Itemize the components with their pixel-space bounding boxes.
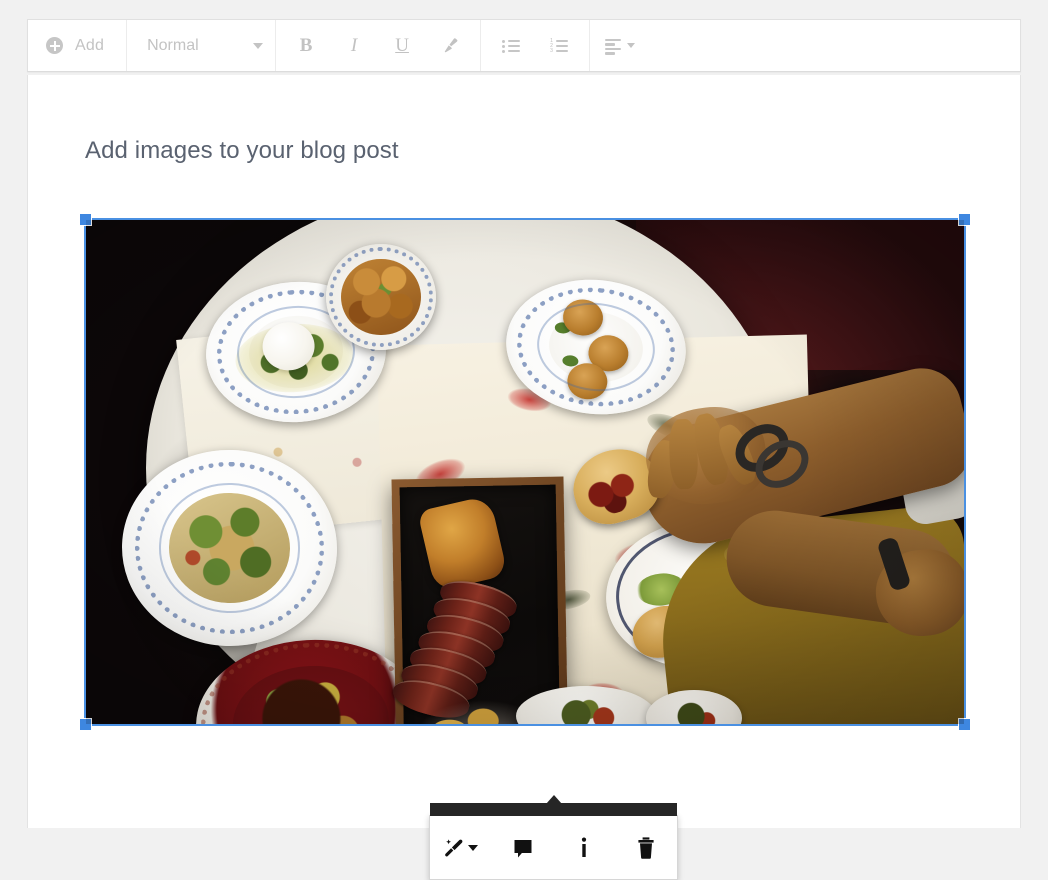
plus-circle-icon [46,37,63,54]
info-icon [574,836,594,860]
paragraph-style-value: Normal [147,36,199,54]
popup-pointer [545,795,562,804]
add-button-label: Add [75,36,105,54]
align-button[interactable] [596,28,644,64]
numbered-list-icon: 1 2 3 [550,38,569,54]
editor-toolbar: Add Normal B I U 1 2 3 [27,19,1021,72]
popup-top-bar [430,803,677,816]
info-button[interactable] [560,825,608,871]
wooden-meat-tray [388,476,569,724]
italic-button[interactable]: I [330,28,378,64]
underline-icon: U [395,35,409,56]
magic-wand-icon [443,837,465,859]
resize-handle-top-left[interactable] [79,213,92,226]
toolbar-group-lists: 1 2 3 [481,20,591,71]
comment-bubble-icon [511,836,535,860]
text-color-button[interactable] [426,28,474,64]
blog-photo[interactable] [86,220,964,724]
trash-icon [635,836,657,860]
chevron-down-icon [627,43,636,48]
image-popup-toolbar [429,795,678,880]
image-selection-frame[interactable] [79,213,971,731]
bulleted-list-button[interactable] [487,28,535,64]
chevron-down-icon [468,844,479,851]
resize-handle-top-right[interactable] [958,213,971,226]
add-button[interactable]: Add [34,28,120,64]
comment-button[interactable] [499,825,547,871]
align-left-icon [605,38,623,55]
toolbar-group-align [590,20,650,71]
paint-brush-icon [440,36,460,56]
chevron-down-icon [253,42,264,49]
bold-icon: B [299,35,313,56]
underline-button[interactable]: U [378,28,426,64]
magic-wand-button[interactable] [437,825,485,871]
slaw-bowl [326,244,436,350]
delete-button[interactable] [622,825,670,871]
page-title[interactable]: Add images to your blog post [85,137,399,165]
resize-handle-bottom-left[interactable] [79,718,92,731]
document-page[interactable]: Add images to your blog post [27,75,1021,880]
grilled-pork-belly [417,495,508,593]
toolbar-group-insert: Add [28,20,128,71]
numbered-list-marker-3: 3 [550,47,553,54]
bold-button[interactable]: B [282,28,330,64]
italic-icon: I [350,35,358,56]
toolbar-group-style: Normal [127,20,277,71]
paragraph-style-select[interactable]: Normal [133,28,269,64]
burrata-ball [260,320,316,372]
bulleted-list-icon [502,38,521,54]
resize-handle-bottom-right[interactable] [958,718,971,731]
numbered-list-button[interactable]: 1 2 3 [535,28,583,64]
toolbar-group-format: B I U [276,20,482,71]
